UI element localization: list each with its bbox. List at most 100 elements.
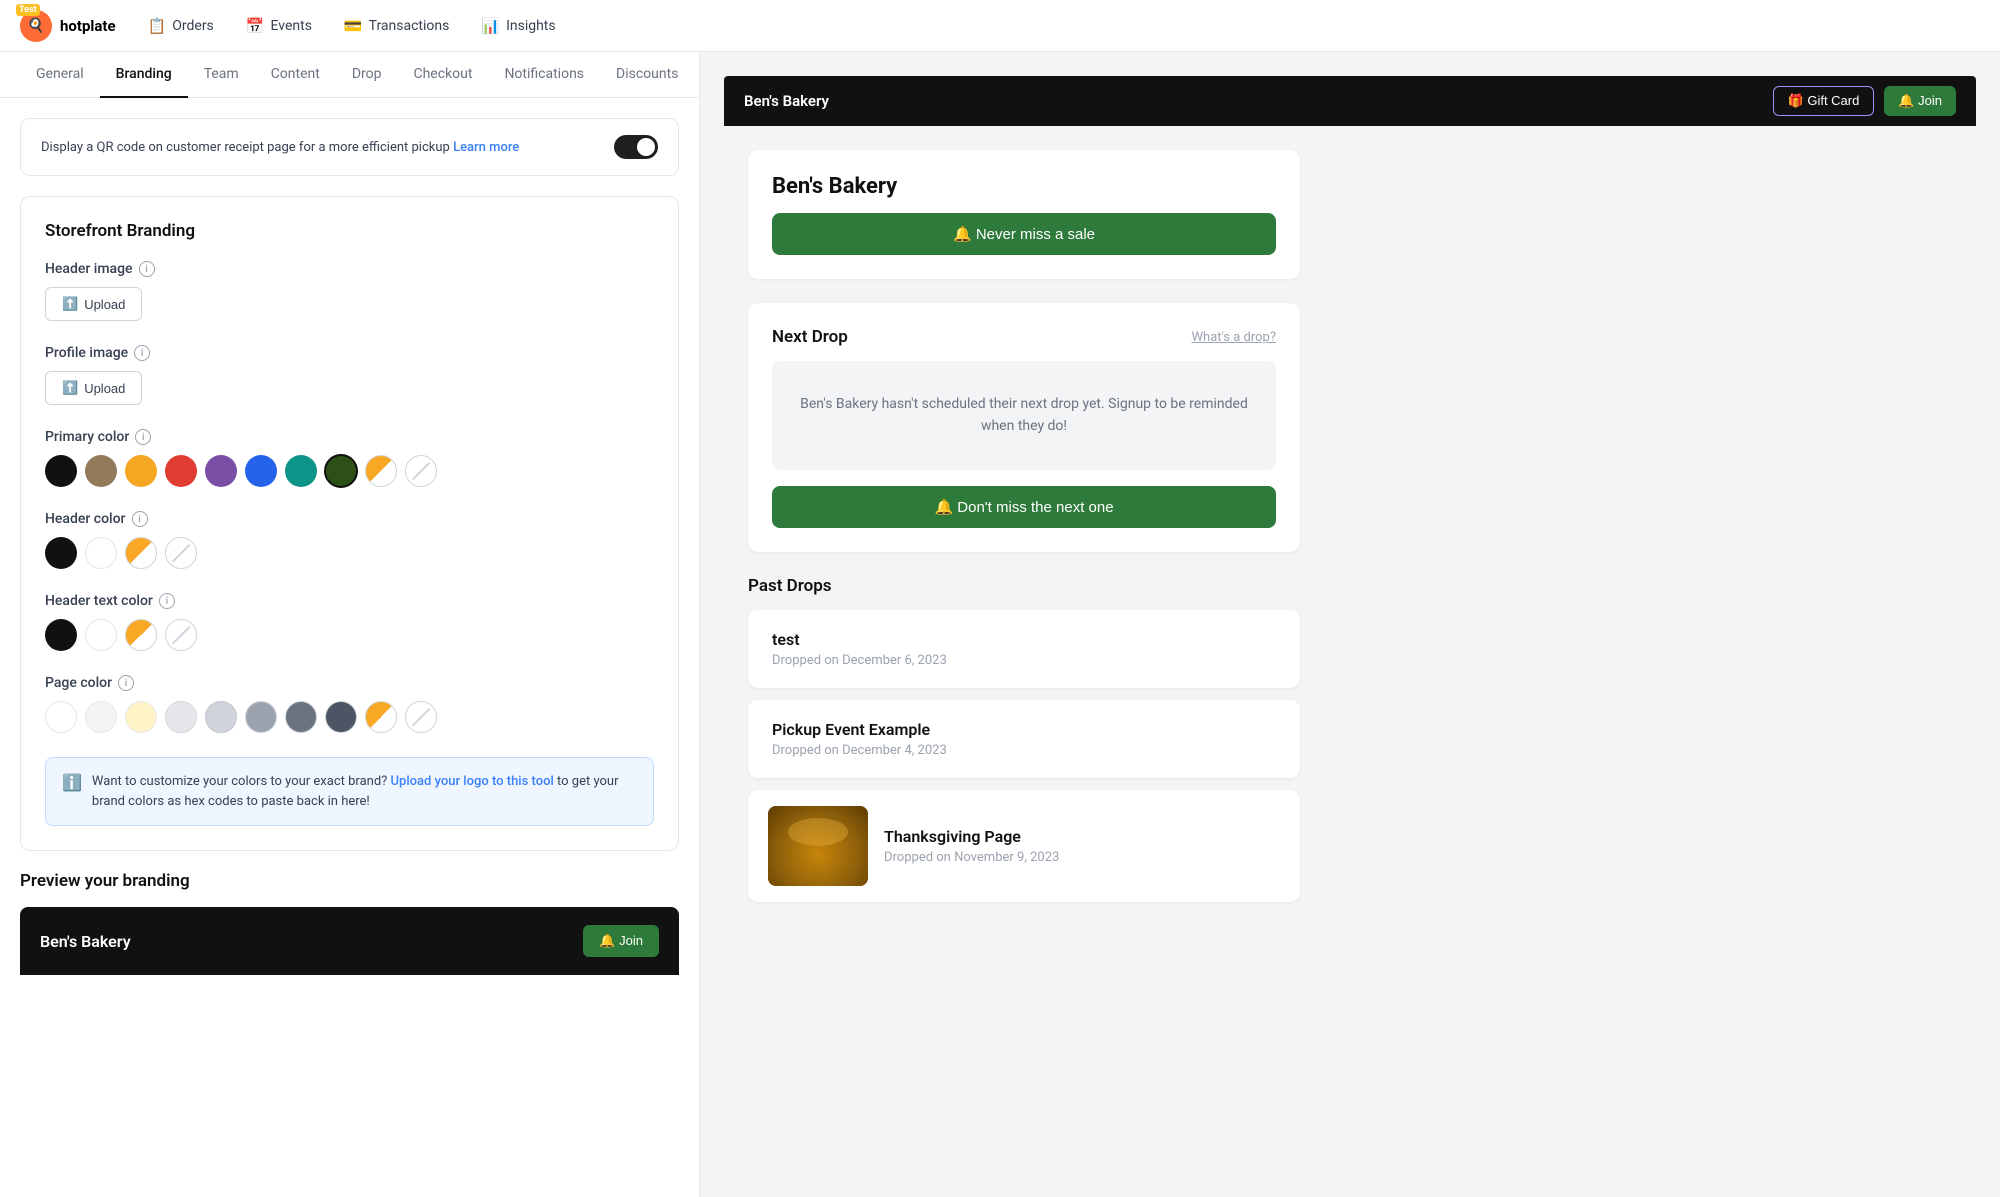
never-miss-button[interactable]: 🔔 Never miss a sale (772, 213, 1276, 255)
header-text-swatch-custom[interactable] (125, 619, 157, 651)
nav-insights[interactable]: 📊 Insights (481, 13, 555, 39)
dont-miss-button[interactable]: 🔔 Don't miss the next one (772, 486, 1276, 528)
primary-color-info-icon[interactable]: i (135, 429, 151, 445)
page-swatch-cream[interactable] (125, 701, 157, 733)
orders-label: Orders (172, 18, 214, 34)
tab-general[interactable]: General (20, 52, 100, 98)
qr-banner: Display a QR code on customer receipt pa… (20, 118, 679, 176)
nav-transactions[interactable]: 💳 Transactions (344, 13, 449, 39)
top-nav: Test 🍳 hotplate 📋 Orders 📅 Events 💳 Tran… (0, 0, 2000, 52)
tab-notifications[interactable]: Notifications (488, 52, 600, 98)
preview-bakery-name: Ben's Bakery (40, 932, 131, 951)
page-swatch-lightgray6[interactable] (325, 701, 357, 733)
swatch-brown[interactable] (85, 455, 117, 487)
join-button[interactable]: 🔔 Join (1884, 86, 1956, 116)
header-color-info-icon[interactable]: i (132, 511, 148, 527)
qr-learn-more-link[interactable]: Learn more (453, 140, 519, 155)
header-swatch-custom[interactable] (125, 537, 157, 569)
header-swatch-white[interactable] (85, 537, 117, 569)
page-color-swatches (45, 701, 654, 733)
insights-icon: 📊 (481, 17, 500, 35)
logo-tool-link[interactable]: Upload your logo to this tool (391, 774, 554, 789)
bread-visual (768, 806, 868, 886)
past-drop-item-test[interactable]: test Dropped on December 6, 2023 (748, 610, 1300, 688)
right-panel: Ben's Bakery 🎁 Gift Card 🔔 Join Ben's Ba… (700, 52, 2000, 1197)
page-swatch-lightgray5[interactable] (285, 701, 317, 733)
header-color-field: Header color i (45, 511, 654, 569)
header-text-color-swatches (45, 619, 654, 651)
right-content: Ben's Bakery 🔔 Never miss a sale Next Dr… (724, 126, 1324, 950)
past-drop-name-test: test (772, 630, 1276, 649)
preview-title: Preview your branding (20, 871, 679, 891)
bakery-card-name: Ben's Bakery (772, 174, 1276, 199)
page-swatch-white[interactable] (45, 701, 77, 733)
upload-icon-2: ⬆️ (62, 380, 78, 396)
tab-checkout[interactable]: Checkout (397, 52, 488, 98)
swatch-black[interactable] (45, 455, 77, 487)
past-drop-date-test: Dropped on December 6, 2023 (772, 653, 1276, 668)
nav-events[interactable]: 📅 Events (246, 13, 312, 39)
swatch-red[interactable] (165, 455, 197, 487)
page-color-field: Page color i (45, 675, 654, 733)
whats-drop-link[interactable]: What's a drop? (1192, 330, 1276, 345)
past-drop-item-pickup[interactable]: Pickup Event Example Dropped on December… (748, 700, 1300, 778)
primary-color-field: Primary color i (45, 429, 654, 487)
events-label: Events (270, 18, 311, 34)
page-swatch-lightgray2[interactable] (165, 701, 197, 733)
profile-image-info-icon[interactable]: i (134, 345, 150, 361)
swatch-purple[interactable] (205, 455, 237, 487)
qr-text: Display a QR code on customer receipt pa… (41, 140, 519, 155)
info-banner-icon: ℹ️ (62, 773, 82, 792)
header-text-swatch-none[interactable] (165, 619, 197, 651)
profile-image-upload-button[interactable]: ⬆️ Upload (45, 371, 142, 405)
page-swatch-custom[interactable] (365, 701, 397, 733)
header-swatch-none[interactable] (165, 537, 197, 569)
no-drop-area: Ben's Bakery hasn't scheduled their next… (772, 361, 1276, 470)
past-drop-item-thanksgiving[interactable]: Thanksgiving Page Dropped on November 9,… (748, 790, 1300, 902)
past-drop-name-thanksgiving: Thanksgiving Page (884, 827, 1059, 846)
swatch-dark-green[interactable] (325, 455, 357, 487)
swatch-blue[interactable] (245, 455, 277, 487)
events-icon: 📅 (246, 17, 265, 35)
transactions-label: Transactions (369, 18, 450, 34)
header-text-color-field: Header text color i (45, 593, 654, 651)
upload-icon: ⬆️ (62, 296, 78, 312)
past-drop-name-pickup: Pickup Event Example (772, 720, 1276, 739)
tab-drop[interactable]: Drop (336, 52, 398, 98)
insights-label: Insights (506, 18, 556, 34)
gift-card-button[interactable]: 🎁 Gift Card (1773, 86, 1875, 116)
page-swatch-none[interactable] (405, 701, 437, 733)
preview-join-button[interactable]: 🔔 Join (583, 925, 659, 957)
nav-orders[interactable]: 📋 Orders (148, 13, 214, 39)
preview-strip: Ben's Bakery 🔔 Join (20, 907, 679, 975)
logo[interactable]: Test 🍳 hotplate (20, 10, 116, 42)
tab-discounts[interactable]: Discounts (600, 52, 694, 98)
info-banner-text: Want to customize your colors to your ex… (92, 772, 637, 811)
primary-color-swatches (45, 455, 654, 487)
header-swatch-black[interactable] (45, 537, 77, 569)
left-panel: General Branding Team Content Drop Check… (0, 52, 700, 1197)
header-text-color-info-icon[interactable]: i (159, 593, 175, 609)
swatch-teal[interactable] (285, 455, 317, 487)
swatch-none-primary[interactable] (405, 455, 437, 487)
past-drop-date-thanksgiving: Dropped on November 9, 2023 (884, 850, 1059, 865)
qr-toggle[interactable] (614, 135, 658, 159)
header-text-color-label: Header text color i (45, 593, 654, 609)
past-drops-header: Past Drops (748, 576, 1300, 596)
profile-image-label: Profile image i (45, 345, 654, 361)
page-color-info-icon[interactable]: i (118, 675, 134, 691)
swatch-custom-primary[interactable] (365, 455, 397, 487)
tab-branding[interactable]: Branding (100, 52, 188, 98)
header-image-info-icon[interactable]: i (139, 261, 155, 277)
header-text-swatch-black[interactable] (45, 619, 77, 651)
header-image-upload-button[interactable]: ⬆️ Upload (45, 287, 142, 321)
header-image-label: Header image i (45, 261, 654, 277)
next-drop-card: Next Drop What's a drop? Ben's Bakery ha… (748, 303, 1300, 552)
tab-content[interactable]: Content (255, 52, 336, 98)
page-swatch-lightgray3[interactable] (205, 701, 237, 733)
tab-team[interactable]: Team (188, 52, 255, 98)
page-swatch-lightgray1[interactable] (85, 701, 117, 733)
swatch-yellow[interactable] (125, 455, 157, 487)
page-swatch-lightgray4[interactable] (245, 701, 277, 733)
header-text-swatch-white[interactable] (85, 619, 117, 651)
